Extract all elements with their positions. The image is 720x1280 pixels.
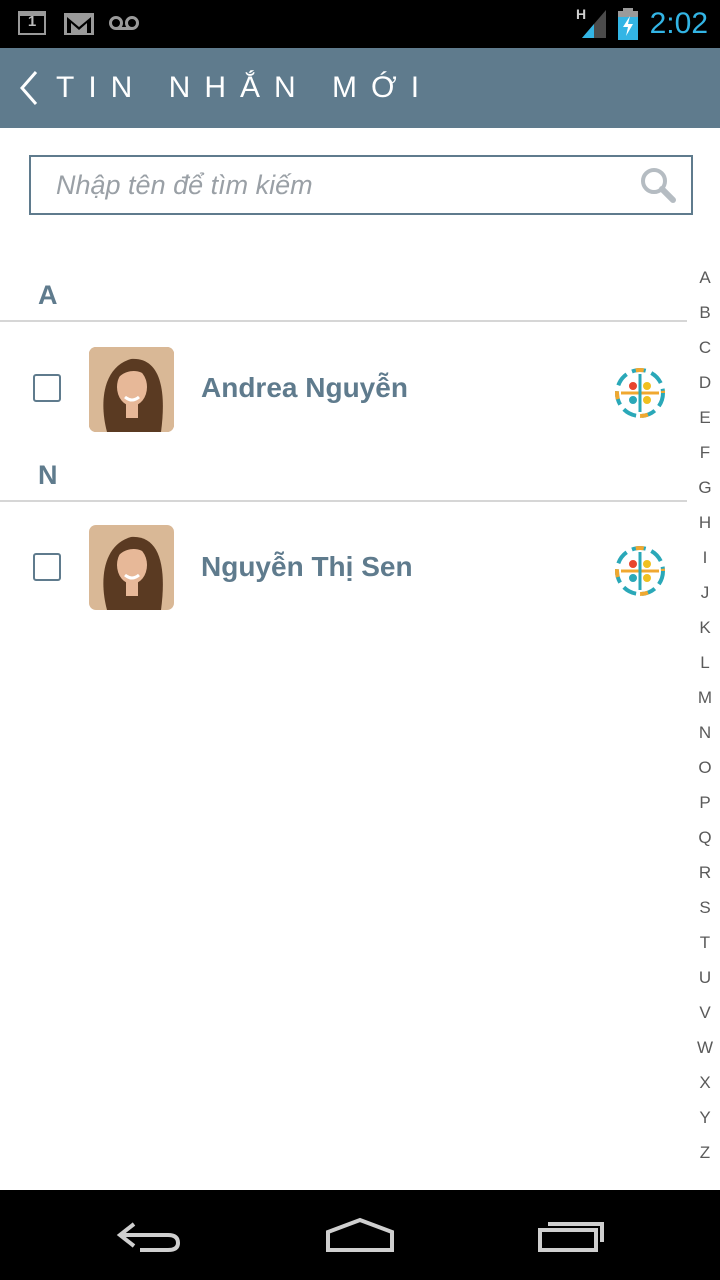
alphabet-index-letter[interactable]: J	[690, 581, 720, 616]
status-time: 2:02	[649, 7, 708, 40]
alphabet-index-letter[interactable]: R	[690, 861, 720, 896]
alphabet-index-letter[interactable]: G	[690, 476, 720, 511]
alphabet-index-letter[interactable]: F	[690, 441, 720, 476]
alphabet-index-letter[interactable]: E	[690, 406, 720, 441]
voicemail-icon	[109, 16, 139, 30]
battery-charging-icon	[618, 8, 638, 40]
alphabet-index-letter[interactable]: W	[690, 1036, 720, 1071]
search-box	[29, 155, 693, 215]
alphabet-index-letter[interactable]: H	[690, 511, 720, 546]
recent-apps-icon[interactable]	[532, 1212, 612, 1258]
section-header-n: N	[0, 460, 687, 502]
contact-avatar	[89, 525, 174, 610]
contact-avatar	[89, 347, 174, 432]
back-icon[interactable]	[110, 1212, 190, 1258]
alphabet-index-letter[interactable]: T	[690, 931, 720, 966]
section-letter: A	[38, 280, 58, 310]
gmail-icon	[64, 13, 94, 35]
alphabet-index-letter[interactable]: Z	[690, 1141, 720, 1176]
alphabet-index[interactable]: ABCDEFGHIJKLMNOPQRSTUVWXYZ	[690, 266, 720, 1176]
app-logo-icon	[615, 546, 665, 596]
contact-name: Nguyễn Thị Sen	[201, 551, 413, 582]
home-icon[interactable]	[320, 1212, 400, 1258]
signal-icon	[582, 10, 606, 38]
contact-checkbox[interactable]	[33, 374, 61, 402]
search-input[interactable]	[31, 157, 631, 213]
calendar-day: 1	[27, 13, 37, 30]
back-chevron-icon[interactable]	[16, 66, 46, 110]
alphabet-index-letter[interactable]: D	[690, 371, 720, 406]
calendar-icon: 1	[18, 11, 46, 35]
contact-checkbox[interactable]	[33, 553, 61, 581]
contact-row[interactable]: Nguyễn Thị Sen	[0, 520, 687, 616]
contact-name: Andrea Nguyễn	[201, 372, 408, 403]
alphabet-index-letter[interactable]: A	[690, 266, 720, 301]
alphabet-index-letter[interactable]: V	[690, 1001, 720, 1036]
alphabet-index-letter[interactable]: M	[690, 686, 720, 721]
alphabet-index-letter[interactable]: N	[690, 721, 720, 756]
page-title: TIN NHẮN MỚI	[56, 71, 434, 104]
alphabet-index-letter[interactable]: X	[690, 1071, 720, 1106]
status-bar: 1 H 2:02	[0, 0, 720, 48]
alphabet-index-letter[interactable]: U	[690, 966, 720, 1001]
alphabet-index-letter[interactable]: I	[690, 546, 720, 581]
app-logo-icon	[615, 368, 665, 418]
alphabet-index-letter[interactable]: Q	[690, 826, 720, 861]
section-letter: N	[38, 460, 58, 490]
navigation-bar	[0, 1190, 720, 1280]
alphabet-index-letter[interactable]: B	[690, 301, 720, 336]
contact-row[interactable]: Andrea Nguyễn	[0, 342, 687, 438]
alphabet-index-letter[interactable]: C	[690, 336, 720, 371]
section-header-a: A	[0, 280, 687, 322]
alphabet-index-letter[interactable]: K	[690, 616, 720, 651]
alphabet-index-letter[interactable]: P	[690, 791, 720, 826]
alphabet-index-letter[interactable]: O	[690, 756, 720, 791]
alphabet-index-letter[interactable]: L	[690, 651, 720, 686]
alphabet-index-letter[interactable]: S	[690, 896, 720, 931]
search-icon[interactable]	[637, 164, 679, 206]
alphabet-index-letter[interactable]: Y	[690, 1106, 720, 1141]
header-bar: TIN NHẮN MỚI	[0, 48, 720, 128]
